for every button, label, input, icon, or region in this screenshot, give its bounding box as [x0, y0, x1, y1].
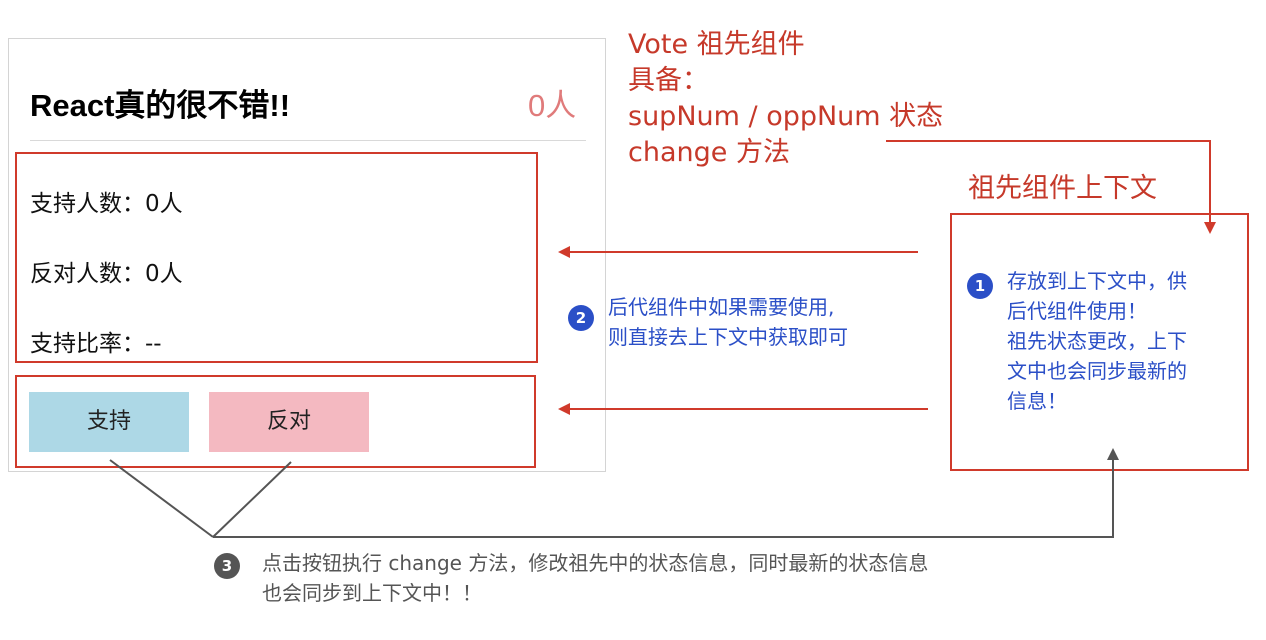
connector-overlay	[109, 140, 1216, 538]
ancestor-to-context-arrow	[886, 140, 1216, 234]
support-button-connector	[109, 459, 214, 538]
buttons-to-context-arrow	[213, 448, 1119, 538]
oppose-button-connector	[212, 461, 292, 538]
